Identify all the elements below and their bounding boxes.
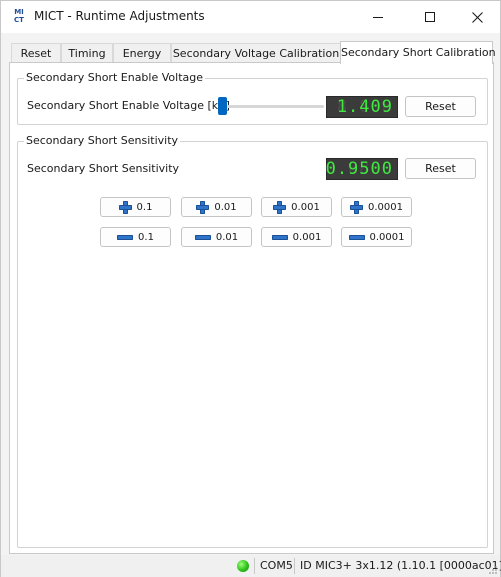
tab-timing[interactable]: Timing bbox=[61, 43, 113, 63]
enable-voltage-display-value: 1.409 bbox=[336, 97, 393, 117]
enable-voltage-reset-button[interactable]: Reset bbox=[405, 96, 476, 117]
status-device: ID MIC3+ 3x1.12 (1.10.1 [0000ac01]) bbox=[300, 559, 501, 572]
plus-icon bbox=[273, 200, 287, 214]
sensitivity-group: Secondary Short Sensitivity Secondary Sh… bbox=[17, 134, 488, 548]
increment-button-0-01[interactable]: 0.01 bbox=[181, 197, 252, 217]
tab-strip: Reset Timing Energy Secondary Voltage Ca… bbox=[9, 41, 496, 64]
app-logo-text-top: MI bbox=[14, 8, 24, 16]
status-separator bbox=[254, 558, 255, 574]
tab-panel-secondary-short-calibration: Secondary Short Enable Voltage Secondary… bbox=[9, 62, 494, 554]
app-logo-text-bottom: CT bbox=[14, 16, 24, 24]
maximize-button[interactable] bbox=[407, 1, 453, 33]
increment-label: 0.1 bbox=[136, 201, 153, 213]
status-bar: COM5 ID MIC3+ 3x1.12 (1.10.1 [0000ac01]) bbox=[1, 555, 501, 577]
decrement-label: 0.01 bbox=[215, 231, 239, 243]
decrement-button-0-001[interactable]: 0.001 bbox=[261, 227, 332, 247]
tab-secondary-voltage-calibration[interactable]: Secondary Voltage Calibration bbox=[171, 43, 341, 63]
enable-voltage-group: Secondary Short Enable Voltage Secondary… bbox=[17, 71, 488, 125]
enable-voltage-group-title: Secondary Short Enable Voltage bbox=[24, 71, 205, 84]
increment-label: 0.0001 bbox=[368, 201, 403, 213]
sensitivity-group-title: Secondary Short Sensitivity bbox=[24, 134, 181, 147]
plus-icon bbox=[350, 200, 363, 214]
enable-voltage-slider-track[interactable] bbox=[218, 105, 324, 108]
minus-icon bbox=[117, 234, 134, 240]
increment-button-0-1[interactable]: 0.1 bbox=[100, 197, 171, 217]
main-window: MI CT MICT - Runtime Adjustments Reset T… bbox=[0, 0, 501, 577]
title-bar[interactable]: MI CT MICT - Runtime Adjustments bbox=[1, 1, 500, 33]
maximize-icon bbox=[425, 12, 435, 22]
enable-voltage-display: 8.888 1.409 bbox=[326, 96, 398, 118]
tab-reset[interactable]: Reset bbox=[11, 43, 61, 63]
increment-button-0-0001[interactable]: 0.0001 bbox=[341, 197, 412, 217]
increment-button-0-001[interactable]: 0.001 bbox=[261, 197, 332, 217]
sensitivity-label: Secondary Short Sensitivity bbox=[27, 162, 180, 175]
increment-label: 0.01 bbox=[214, 201, 237, 213]
minimize-icon bbox=[373, 16, 383, 18]
tab-energy[interactable]: Energy bbox=[113, 43, 171, 63]
plus-icon bbox=[118, 200, 132, 214]
window-title: MICT - Runtime Adjustments bbox=[34, 9, 205, 23]
minimize-button[interactable] bbox=[355, 1, 401, 33]
app-logo-icon: MI CT bbox=[11, 8, 27, 25]
sensitivity-display-value: 0.9500 bbox=[325, 159, 393, 179]
plus-icon bbox=[196, 200, 210, 214]
decrement-button-0-0001[interactable]: 0.0001 bbox=[341, 227, 412, 247]
minus-icon bbox=[348, 234, 365, 240]
increment-label: 0.001 bbox=[291, 201, 320, 213]
decrement-button-0-1[interactable]: 0.1 bbox=[100, 227, 171, 247]
decrement-label: 0.001 bbox=[292, 231, 322, 243]
close-icon bbox=[471, 11, 483, 23]
minus-icon bbox=[271, 234, 288, 240]
decrement-label: 0.1 bbox=[138, 231, 154, 243]
minus-icon bbox=[194, 234, 211, 240]
close-button[interactable] bbox=[454, 1, 500, 33]
connection-status-icon bbox=[237, 560, 249, 572]
enable-voltage-slider-thumb[interactable] bbox=[218, 97, 227, 115]
status-separator bbox=[294, 558, 295, 574]
sensitivity-display: 8.8888 0.9500 bbox=[326, 158, 398, 180]
tab-secondary-short-calibration[interactable]: Secondary Short Calibration bbox=[340, 41, 496, 64]
status-port: COM5 bbox=[260, 559, 293, 572]
decrement-label: 0.0001 bbox=[369, 231, 405, 243]
sensitivity-reset-button[interactable]: Reset bbox=[405, 158, 476, 179]
resize-grip-icon[interactable] bbox=[488, 565, 498, 575]
enable-voltage-label: Secondary Short Enable Voltage [kV] bbox=[27, 99, 230, 112]
decrement-button-0-01[interactable]: 0.01 bbox=[181, 227, 252, 247]
